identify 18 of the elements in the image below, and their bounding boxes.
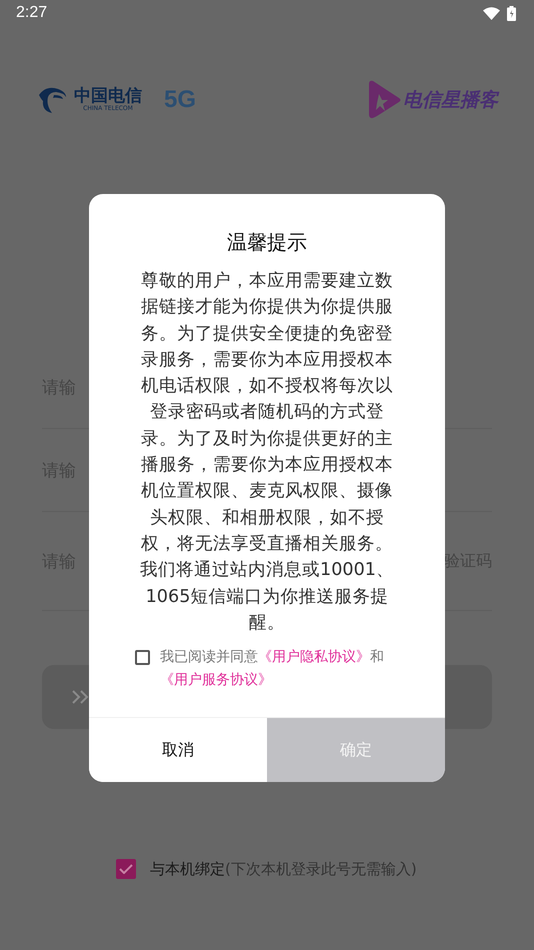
wifi-icon	[483, 6, 500, 20]
bind-checkbox[interactable]	[116, 859, 136, 879]
app-name: 电信星播客	[403, 88, 498, 113]
chevrons-icon	[72, 690, 90, 704]
privacy-policy-link[interactable]: 《用户隐私协议》	[258, 649, 370, 666]
dialog-message: 尊敬的用户，本应用需要建立数据链接才能为你提供为你提供服务。为了提供安全便捷的免密登录服务，需要你为本应用授权本机电话权限，如不授权将每次以登录密码或者随机码的方式登录。为了及时为你提供更好的主播服务，需要你为本应用授权本机位置权限、麦克风权限、摄像头权限、和相册权限，如不授权，将无法享受直播相关服务。我们将通过站内消息或10001、1065短信端口为你推送服务提醒。	[139, 270, 395, 635]
bind-label: 与本机绑定	[150, 860, 225, 878]
battery-icon	[507, 6, 516, 20]
service-agreement-link[interactable]: 《用户服务协议》	[160, 672, 272, 688]
play-star-logo-icon	[367, 80, 401, 120]
dialog-title: 温馨提示	[227, 229, 307, 256]
brand-name: 中国电信	[74, 87, 142, 105]
agree-checkbox[interactable]	[135, 650, 150, 666]
agreement-text: 我已阅读并同意	[160, 649, 258, 666]
network-label: 5G	[164, 86, 196, 114]
agreement-text: 和	[370, 649, 384, 666]
status-time: 2:27	[16, 4, 48, 22]
check-icon	[119, 864, 133, 874]
